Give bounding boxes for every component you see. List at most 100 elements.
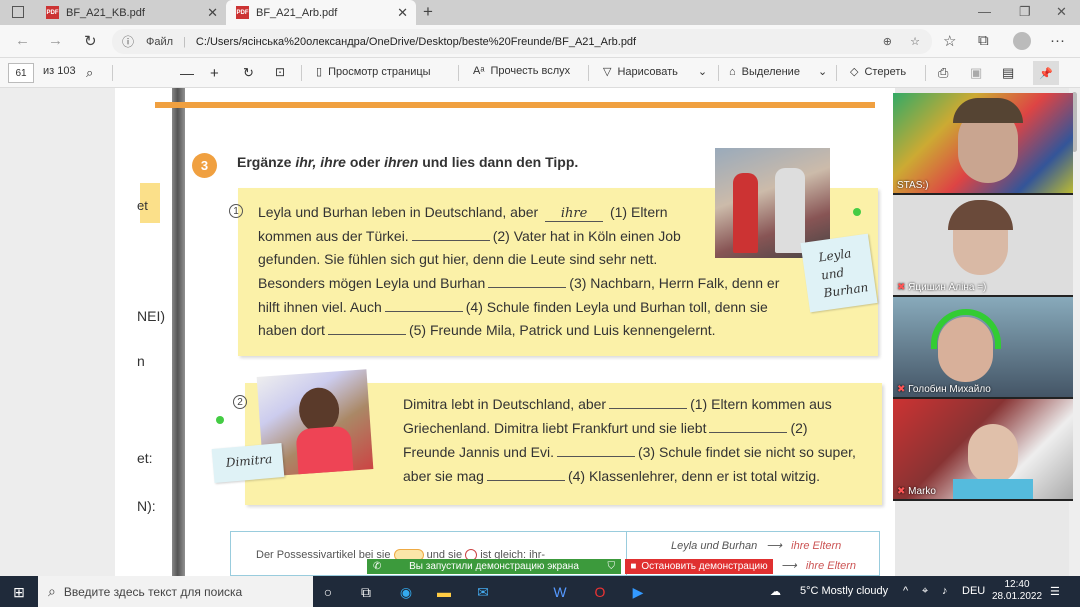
zoom-out-icon[interactable]: — [180,65,194,81]
highlight-button[interactable]: ⌂ Выделение ⌄ [729,65,827,79]
page-number-input[interactable]: 61 [8,63,34,83]
notifications-icon[interactable]: ☰ [1050,585,1060,598]
left-page: et NEI) n et: N): [115,88,175,576]
answer-blank[interactable] [411,231,490,241]
word-icon[interactable]: W [550,582,570,602]
participant-tile[interactable]: STAS:) [893,93,1073,193]
scheme-label: Файл [146,35,174,48]
weather-icon[interactable]: ☁ [770,585,781,598]
network-icon[interactable]: ⌖ [922,585,928,598]
pdf-icon: PDF [46,6,59,19]
windows-start-icon[interactable]: ⊞ [9,582,29,602]
phone-icon: ✆ [373,561,382,572]
close-window-icon[interactable]: ✕ [1056,4,1067,20]
edge-icon[interactable]: ◉ [396,582,416,602]
url-field[interactable]: ⓘ Файл | C:/Users/ясінська%20олександра/… [112,29,932,54]
volume-icon[interactable]: ♪ [942,585,948,597]
erase-button[interactable]: ◇ Стереть [850,65,906,79]
tab-label: BF_A21_KB.pdf [66,6,145,19]
cortana-icon[interactable]: ○ [318,582,338,602]
zoom-in-icon[interactable]: + [210,65,219,82]
back-icon[interactable]: ← [15,32,30,49]
answer-blank[interactable] [609,399,688,409]
page-view-icon: ▯ [316,66,323,78]
filled-answer[interactable]: ihre [545,206,604,222]
opera-icon[interactable]: O [590,582,610,602]
close-icon[interactable]: ✕ [207,5,218,21]
answer-blank[interactable] [488,278,567,288]
restore-icon[interactable]: ❐ [1019,4,1031,20]
stop-icon: ■ [630,561,637,572]
page-total: из 103 [43,65,76,77]
menu-icon[interactable]: ··· [1050,32,1065,49]
mail-icon[interactable]: ✉ [473,582,493,602]
zoom-icon[interactable]: ⊕ [883,35,892,48]
tab-arb[interactable]: PDF BF_A21_Arb.pdf ✕ [226,0,416,25]
info-icon: ⓘ [122,35,135,49]
highlighter-icon: ⌂ [729,65,736,78]
refresh-icon[interactable]: ↻ [84,32,97,50]
tab-actions-icon[interactable] [12,6,24,18]
page-view-button[interactable]: ▯ Просмотр страницы [316,65,431,79]
forward-icon[interactable]: → [48,32,63,49]
clock[interactable]: 12:40 28.01.2022 [992,579,1042,603]
answer-blank[interactable] [327,325,406,335]
pdf-icon: PDF [236,6,249,19]
search-icon: ⌕ [48,583,56,599]
participant-tile[interactable]: ✖ Голобин Михайло [893,297,1073,397]
answer-blank[interactable] [709,423,788,433]
exercise-number: 3 [192,153,217,178]
tab-kb[interactable]: PDF BF_A21_KB.pdf ✕ [36,0,226,25]
print-icon[interactable]: ⎙ [938,65,948,81]
favorites-icon[interactable]: ☆ [943,32,956,50]
mic-off-icon: ✖ [897,486,906,497]
pin-icon[interactable]: 📌 [1033,61,1059,85]
fit-icon[interactable]: ⊡ [275,65,285,79]
mic-off-icon: ✖ [897,282,906,293]
close-icon[interactable]: ✕ [397,5,408,21]
explorer-icon[interactable]: ▬ [434,582,454,602]
save-icon[interactable]: ▣ [970,65,982,81]
workbook-page: 3 Ergänze ihr, ihre oder ihren und lies … [155,88,895,576]
mic-off-icon: ✖ [897,384,906,395]
read-aloud-button[interactable]: Aᵃ Прочесть вслух [473,65,570,77]
url-text: C:/Users/ясінська%20олександра/OneDrive/… [195,35,637,48]
minimize-icon[interactable]: — [978,4,991,19]
eraser-icon: ◇ [850,66,859,78]
pdf-toolbar: 61 из 103 ⌕ — + ↻ ⊡ ▯ Просмотр страницы A… [0,58,1080,88]
screenshare-status: ✆ Вы запустили демонстрацию экрана ⛉ [367,559,621,574]
book-spine [172,88,186,576]
draw-button[interactable]: ▽ Нарисовать ⌄ [603,65,707,79]
tag-leyla-burhan: Leyla und Burhan [800,233,878,313]
answer-blank[interactable] [384,302,463,312]
favorite-icon[interactable]: ☆ [910,35,920,48]
video-panel: STAS:) ✖ Яцишин Аліна =) ✖ Голобин Михай… [893,93,1073,501]
save-as-icon[interactable]: ▤ [1002,65,1014,81]
taskbar: ⊞ ⌕ Введите здесь текст для поиска ○ ⧉ ◉… [0,576,1080,607]
answer-blank[interactable] [556,447,635,457]
participant-tile[interactable]: ✖ Marko [893,399,1073,499]
rotate-icon[interactable]: ↻ [243,65,254,81]
task-view-icon[interactable]: ⧉ [356,582,376,602]
answer-blank[interactable] [486,471,565,481]
chevron-down-icon[interactable]: ⌄ [818,65,827,78]
taskbar-search[interactable]: ⌕ Введите здесь текст для поиска [38,576,313,607]
zoom-app-icon[interactable]: ▶ [628,582,648,602]
language-indicator[interactable]: DEU [962,585,985,597]
new-tab-button[interactable]: + [423,2,433,22]
participant-tile[interactable]: ✖ Яцишин Аліна =) [893,195,1073,295]
weather-text[interactable]: 5°C Mostly cloudy [800,585,888,597]
read-aloud-icon: Aᵃ [473,65,485,77]
tab-label: BF_A21_Arb.pdf [256,6,338,19]
shield-icon: ⛉ [607,561,616,572]
tray-expand-icon[interactable]: ^ [903,585,908,597]
search-icon[interactable]: ⌕ [86,65,93,81]
chevron-down-icon[interactable]: ⌄ [698,65,707,78]
avatar[interactable] [1013,32,1031,50]
collections-icon[interactable]: ⧉ [978,32,989,49]
stop-share-button[interactable]: ■ Остановить демонстрацию [625,559,773,574]
arrow-icon: ⟶ [781,560,797,572]
address-bar: ← → ↻ ⓘ Файл | C:/Users/ясінська%20олекс… [0,25,1080,58]
pen-icon: ▽ [603,66,612,78]
exercise-heading: Ergänze ihr, ihre oder ihren und lies da… [237,154,579,170]
